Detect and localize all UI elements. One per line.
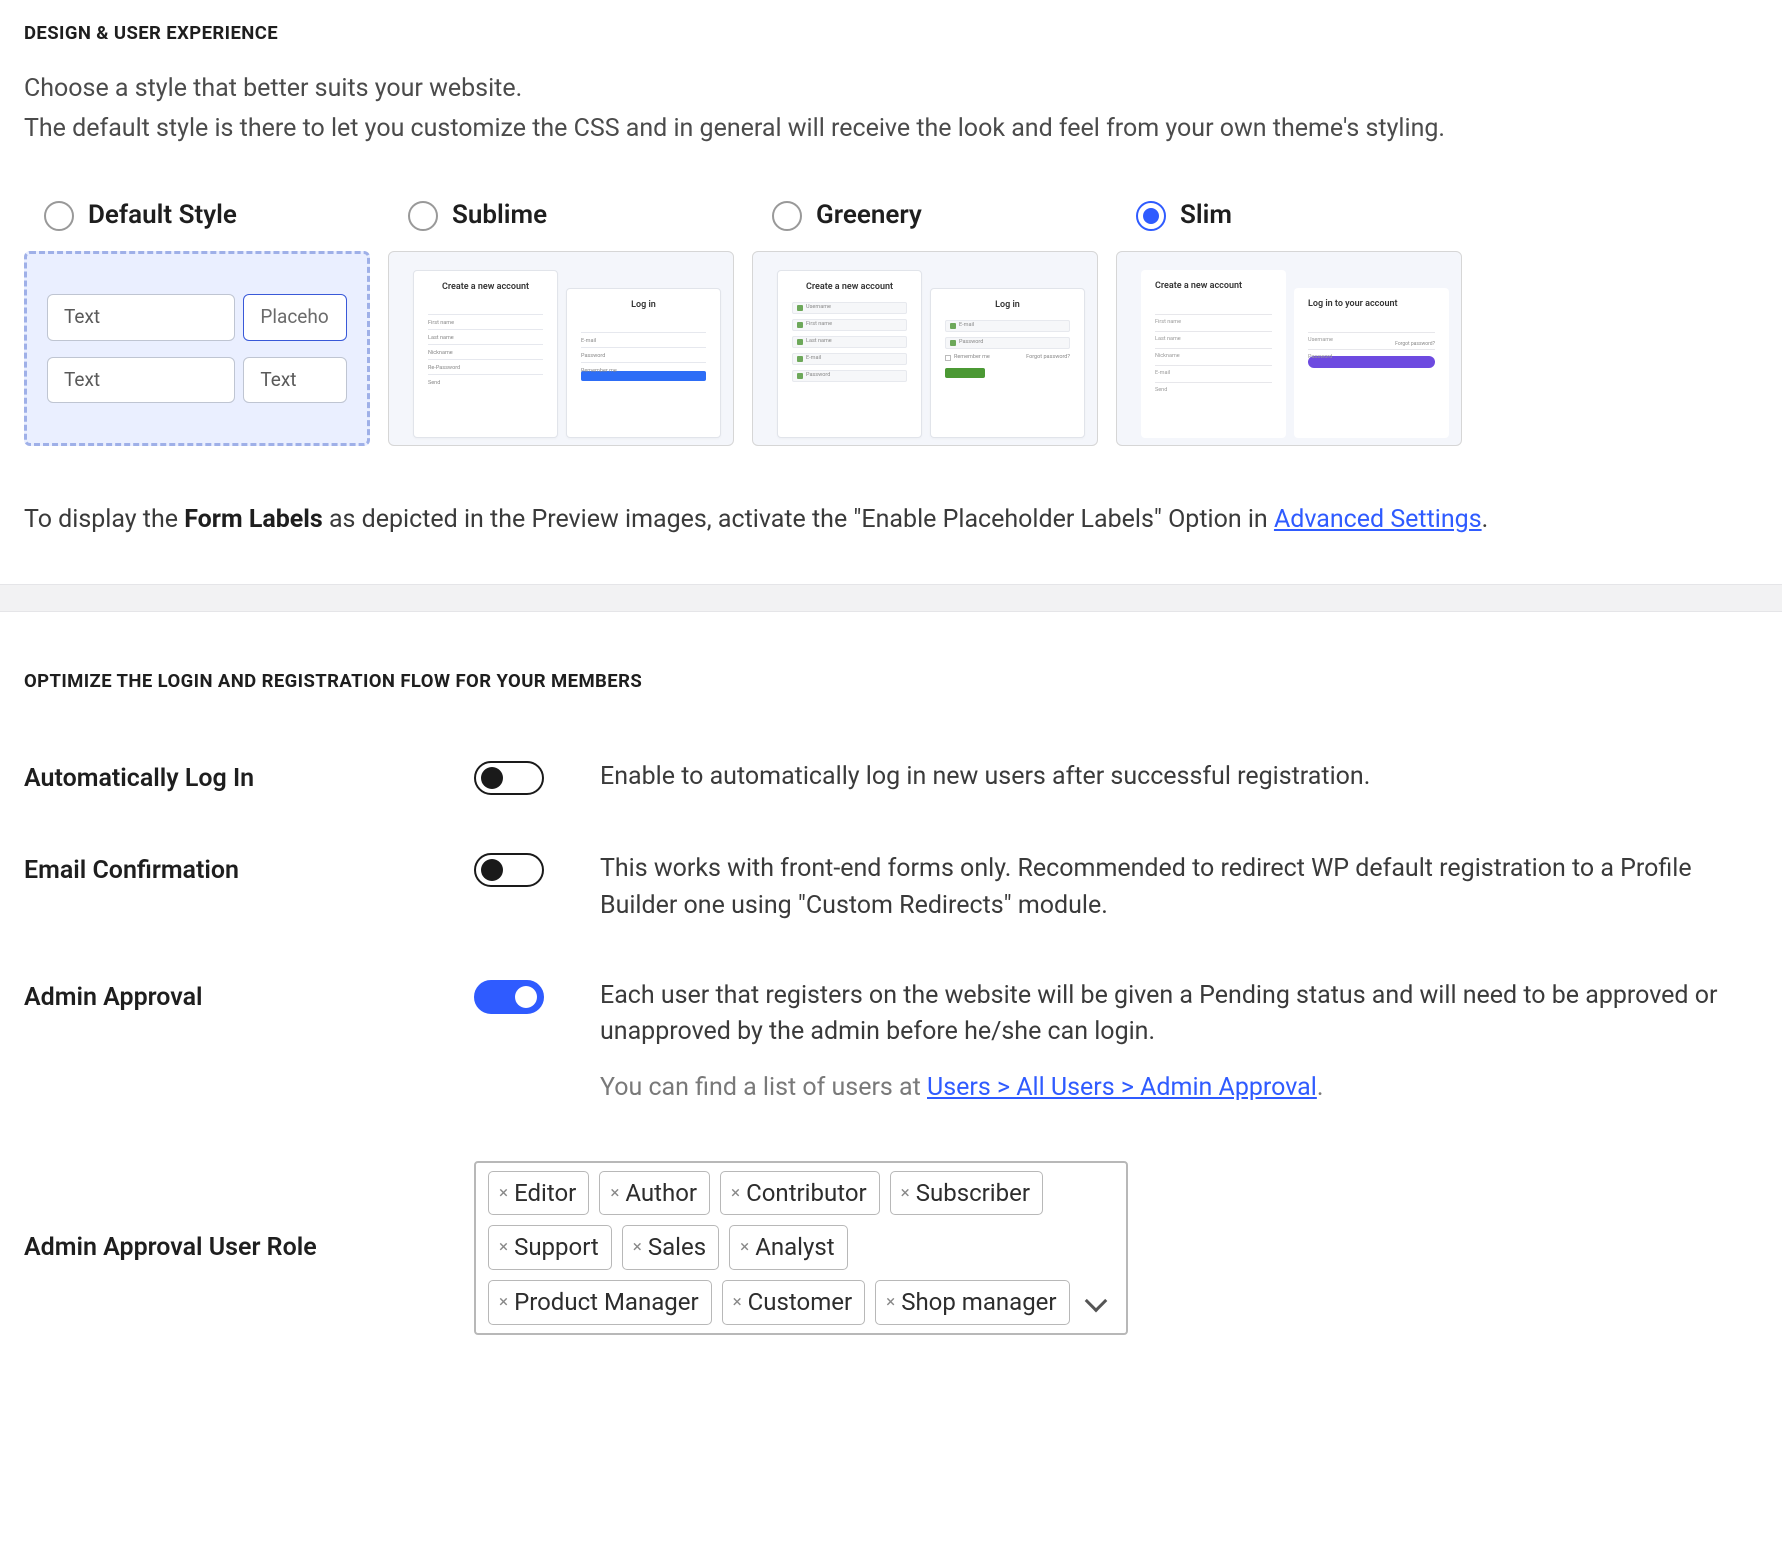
hint-text: To display the [24, 505, 184, 534]
remove-tag-icon[interactable]: × [740, 1235, 749, 1260]
preview-label: Last name [806, 338, 832, 346]
radio-sublime[interactable] [408, 201, 438, 231]
remove-tag-icon[interactable]: × [731, 1181, 740, 1206]
preview-card-title: Create a new account [1155, 280, 1272, 293]
hint-text: . [1482, 505, 1489, 534]
style-label-default: Default Style [88, 197, 237, 235]
role-tag[interactable]: ×Subscriber [890, 1171, 1043, 1216]
preview-default: Text Text Placeho Text [24, 251, 370, 446]
preview-label: Password [959, 339, 983, 347]
remove-tag-icon[interactable]: × [901, 1181, 910, 1206]
role-tag-label: Customer [748, 1285, 852, 1320]
role-tag[interactable]: ×Sales [622, 1225, 719, 1270]
radio-greenery[interactable] [772, 201, 802, 231]
auto-login-toggle[interactable] [474, 761, 544, 795]
role-tag[interactable]: ×Customer [722, 1280, 866, 1325]
admin-approval-role-select[interactable]: ×Editor×Author×Contributor×Subscriber×Su… [474, 1161, 1128, 1335]
role-tag-label: Shop manager [901, 1285, 1056, 1320]
style-label-greenery: Greenery [816, 197, 922, 235]
preview-label: E-mail [806, 355, 821, 363]
admin-approval-label: Admin Approval [24, 978, 474, 1016]
role-tag-label: Support [514, 1230, 599, 1265]
admin-approval-role-label: Admin Approval User Role [24, 1230, 474, 1266]
form-labels-hint: To display the Form Labels as depicted i… [24, 502, 1758, 538]
preview-greenery: Create a new account Username First name… [752, 251, 1098, 446]
preview-login-button [945, 368, 985, 378]
preview-label: Send [1155, 387, 1167, 393]
preview-label: Send [428, 380, 440, 386]
design-desc-line2: The default style is there to let you cu… [24, 111, 1758, 147]
style-options: Default Style Text Text Placeho Text Sub… [24, 197, 1758, 446]
note-text: . [1317, 1073, 1324, 1102]
preview-field: Placeho [243, 294, 347, 341]
role-tag[interactable]: ×Author [599, 1171, 710, 1216]
auto-login-desc: Enable to automatically log in new users… [600, 759, 1758, 795]
remove-tag-icon[interactable]: × [499, 1290, 508, 1315]
preview-label: E-mail [959, 322, 974, 330]
style-option-default[interactable]: Default Style Text Text Placeho Text [24, 197, 370, 446]
preview-label: Remember me [581, 368, 617, 374]
email-confirmation-toggle[interactable] [474, 853, 544, 887]
preview-field: Text [47, 294, 235, 341]
role-tag[interactable]: ×Product Manager [488, 1280, 712, 1325]
role-tag-label: Subscriber [916, 1176, 1030, 1211]
role-tag-label: Product Manager [514, 1285, 699, 1320]
remove-tag-icon[interactable]: × [610, 1181, 619, 1206]
admin-approval-desc: Each user that registers on the website … [600, 978, 1758, 1051]
remove-tag-icon[interactable]: × [733, 1290, 742, 1315]
preview-card-title: Create a new account [428, 281, 543, 294]
section-title-design: DESIGN & USER EXPERIENCE [24, 20, 1758, 47]
email-confirmation-desc: This works with front-end forms only. Re… [600, 851, 1758, 924]
style-label-slim: Slim [1180, 197, 1232, 235]
preview-label: Password [806, 372, 830, 380]
design-desc-line1: Choose a style that better suits your we… [24, 71, 1758, 107]
remove-tag-icon[interactable]: × [499, 1235, 508, 1260]
preview-card-title: Log in to your account [1308, 298, 1435, 311]
role-tag[interactable]: ×Support [488, 1225, 612, 1270]
admin-approval-toggle[interactable] [474, 980, 544, 1014]
admin-approval-note: You can find a list of users at Users > … [600, 1070, 1758, 1106]
hint-strong: Form Labels [184, 505, 323, 534]
role-tag-label: Sales [648, 1230, 706, 1265]
role-tag-label: Analyst [755, 1230, 834, 1265]
preview-card-title: Log in [945, 299, 1070, 312]
radio-slim[interactable] [1136, 201, 1166, 231]
role-tag[interactable]: ×Analyst [729, 1225, 847, 1270]
style-option-sublime[interactable]: Sublime Create a new account First name … [388, 197, 734, 446]
role-tag-label: Author [625, 1176, 697, 1211]
note-text: You can find a list of users at [600, 1073, 927, 1102]
preview-field: Text [243, 357, 347, 404]
preview-slim: Create a new account First name Last nam… [1116, 251, 1462, 446]
role-tag-label: Editor [514, 1176, 576, 1211]
email-confirmation-label: Email Confirmation [24, 851, 474, 889]
preview-card-title: Log in [581, 299, 706, 312]
preview-label: Remember me [954, 354, 990, 362]
users-admin-approval-link[interactable]: Users > All Users > Admin Approval [927, 1073, 1317, 1102]
advanced-settings-link[interactable]: Advanced Settings [1274, 505, 1482, 534]
remove-tag-icon[interactable]: × [633, 1235, 642, 1260]
preview-card-title: Create a new account [792, 281, 907, 294]
style-option-greenery[interactable]: Greenery Create a new account Username F… [752, 197, 1098, 446]
style-label-sublime: Sublime [452, 197, 547, 235]
remove-tag-icon[interactable]: × [499, 1181, 508, 1206]
preview-label: Username [806, 304, 831, 312]
role-tag[interactable]: ×Contributor [720, 1171, 880, 1216]
preview-label: First name [806, 321, 832, 329]
section-divider [0, 584, 1782, 612]
radio-default[interactable] [44, 201, 74, 231]
preview-label: Forgot password? [1026, 354, 1070, 362]
style-option-slim[interactable]: Slim Create a new account First name Las… [1116, 197, 1462, 446]
role-tag-label: Contributor [746, 1176, 867, 1211]
preview-label: Password [1308, 354, 1332, 360]
preview-field: Text [47, 357, 235, 404]
role-tag[interactable]: ×Editor [488, 1171, 589, 1216]
chevron-down-icon[interactable] [1088, 1287, 1104, 1319]
section-title-optimize: OPTIMIZE THE LOGIN AND REGISTRATION FLOW… [24, 668, 1758, 695]
hint-text: as depicted in the Preview images, activ… [323, 505, 1274, 534]
remove-tag-icon[interactable]: × [886, 1290, 895, 1315]
role-tag[interactable]: ×Shop manager [875, 1280, 1069, 1325]
preview-sublime: Create a new account First name Last nam… [388, 251, 734, 446]
auto-login-label: Automatically Log In [24, 759, 474, 797]
